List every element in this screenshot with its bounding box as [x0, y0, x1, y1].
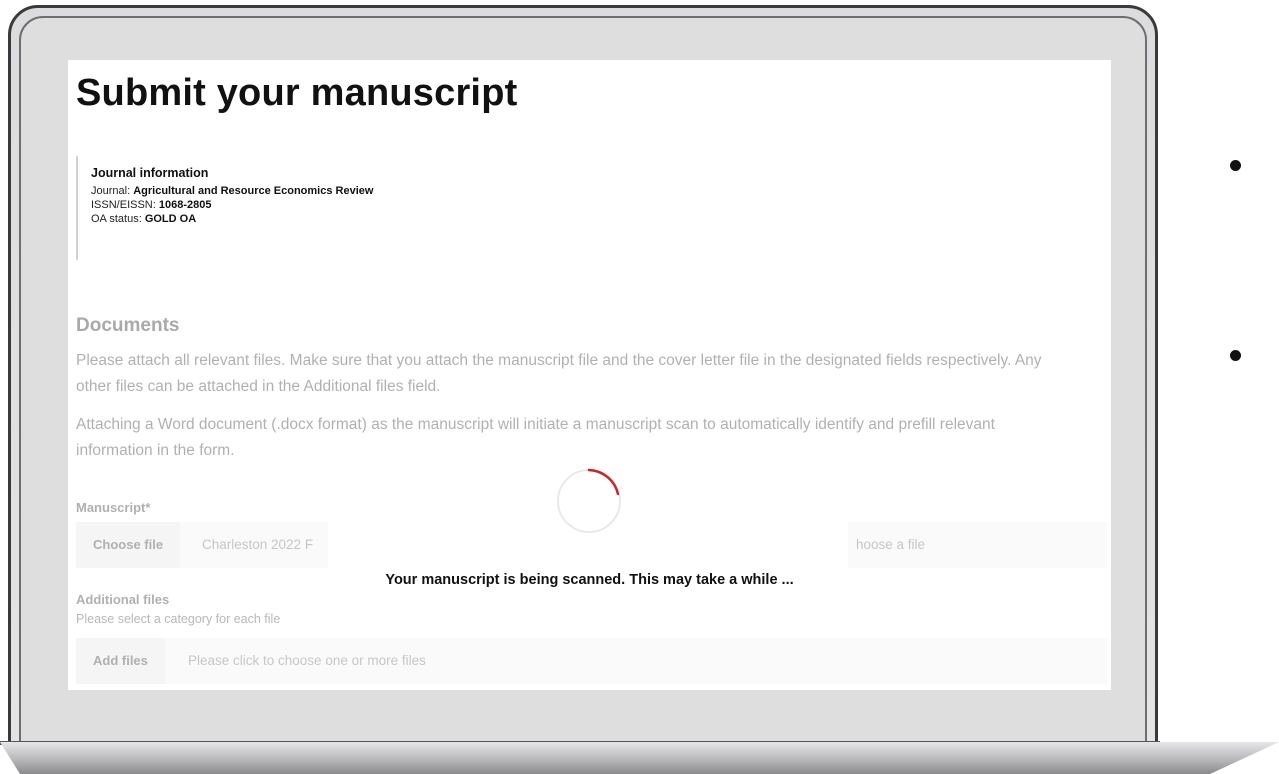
manuscript-label: Manuscript* [76, 500, 151, 515]
manuscript-placeholder: hoose a file [856, 537, 926, 552]
page-title: Submit your manuscript [76, 72, 518, 114]
laptop-base [0, 742, 1279, 774]
journal-info-panel: Journal information Journal: Agricultura… [76, 156, 373, 260]
additional-files-input[interactable]: Add files Please click to choose one or … [76, 638, 1108, 684]
journal-name-line: Journal: Agricultural and Resource Econo… [91, 185, 373, 197]
additional-files-placeholder: Please click to choose one or more files [188, 653, 426, 668]
documents-heading: Documents [76, 315, 180, 336]
journal-info-heading: Journal information [91, 166, 209, 180]
documents-instructions: Please attach all relevant files. Make s… [76, 352, 1042, 395]
manuscript-file-name: Charleston 2022 F [202, 537, 314, 552]
loading-spinner-icon [557, 468, 621, 533]
oa-status-value: GOLD OA [144, 213, 197, 225]
choose-file-button[interactable]: Choose file [76, 522, 181, 568]
additional-files-label: Additional files [76, 592, 170, 607]
issn-line: ISSN/EISSN: 1068-2805 [91, 199, 373, 211]
additional-files-sublabel: Please select a category for each file [76, 612, 281, 626]
oa-status-line: OA status: GOLD OA [91, 213, 373, 225]
bullet-dot-icon [1230, 350, 1241, 361]
docx-scan-note: Attaching a Word document (.docx format)… [76, 416, 995, 459]
bullet-dot-icon [1230, 160, 1241, 171]
issn-label: ISSN/EISSN: [91, 199, 156, 211]
oa-status-label: OA status: [91, 213, 142, 225]
add-files-button[interactable]: Add files [76, 638, 165, 684]
journal-label: Journal: [91, 185, 131, 197]
issn-value: 1068-2805 [158, 199, 212, 211]
journal-name: Agricultural and Resource Economics Revi… [133, 185, 374, 197]
scan-status-message: Your manuscript is being scanned. This m… [385, 572, 794, 588]
browser-screen: Submit your manuscript Journal informati… [68, 60, 1111, 690]
